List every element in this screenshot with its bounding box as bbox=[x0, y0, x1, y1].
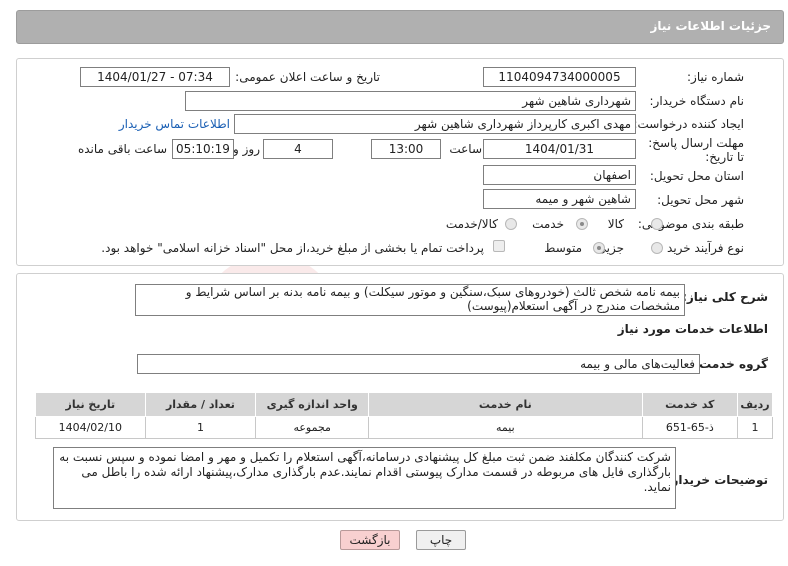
service-group-label: گروه خدمت: bbox=[694, 357, 768, 371]
process-minor-radio[interactable] bbox=[651, 242, 663, 254]
buyer-notes-textarea: شرکت کنندگان مکلفند ضمن ثبت مبلغ کل پیشن… bbox=[53, 447, 676, 509]
print-button[interactable]: چاپ bbox=[416, 530, 466, 550]
province-field: اصفهان bbox=[483, 165, 636, 185]
description-label: شرح کلی نیاز: bbox=[682, 290, 768, 304]
cell-row: 1 bbox=[737, 416, 773, 439]
days-label: روز و bbox=[233, 142, 260, 156]
process-medium-label: متوسط bbox=[544, 241, 582, 255]
category-goods-radio[interactable] bbox=[651, 218, 663, 230]
days-field: 4 bbox=[263, 139, 333, 159]
announce-label: تاریخ و ساعت اعلان عمومی: bbox=[235, 70, 380, 84]
col-qty: تعداد / مقدار bbox=[144, 392, 257, 417]
col-name: نام خدمت bbox=[368, 392, 643, 417]
header-bar: جزئیات اطلاعات نیاز bbox=[16, 10, 784, 44]
col-unit: واحد اندازه گیری bbox=[255, 392, 370, 417]
back-button[interactable]: بازگشت bbox=[340, 530, 400, 550]
services-section-title: اطلاعات خدمات مورد نیاز bbox=[617, 322, 768, 336]
category-service-label: خدمت bbox=[532, 217, 564, 231]
process-label: نوع فرآیند خرید : bbox=[659, 241, 744, 255]
col-code: کد خدمت bbox=[641, 392, 739, 417]
col-row: ردیف bbox=[737, 392, 773, 417]
deadline-date-field: 1404/01/31 bbox=[483, 139, 636, 159]
need-number-label: شماره نیاز: bbox=[687, 70, 744, 84]
description-textarea: بیمه نامه شخص ثالث (خودروهای سبک،سنگین و… bbox=[135, 284, 685, 316]
buyer-org-label: نام دستگاه خریدار: bbox=[649, 94, 745, 108]
cell-name: بیمه bbox=[368, 416, 643, 439]
table-row: 1 ذ-65-651 بیمه مجموعه 1 1404/02/10 bbox=[35, 416, 773, 439]
deadline-time-field: 13:00 bbox=[371, 139, 441, 159]
need-number-field: 1104094734000005 bbox=[483, 67, 636, 87]
cell-unit: مجموعه bbox=[255, 416, 370, 439]
category-goods-label: کالا bbox=[607, 217, 624, 231]
process-medium-radio[interactable] bbox=[593, 242, 605, 254]
buyer-notes-label: توضیحات خریدار: bbox=[666, 473, 768, 487]
buyer-contact-link[interactable]: اطلاعات تماس خریدار bbox=[119, 117, 230, 131]
cell-date: 1404/02/10 bbox=[35, 416, 146, 439]
remaining-label: ساعت باقی مانده bbox=[77, 142, 167, 156]
deadline-time-label: ساعت bbox=[449, 142, 482, 156]
creator-field: مهدی اکبری کارپرداز شهرداری شاهین شهر bbox=[234, 114, 636, 134]
category-goods-service-radio[interactable] bbox=[505, 218, 517, 230]
announce-field: 1404/01/27 - 07:34 bbox=[80, 67, 230, 87]
city-field: شاهین شهر و میمه bbox=[483, 189, 636, 209]
province-label: استان محل تحویل: bbox=[649, 169, 744, 183]
creator-label: ایجاد کننده درخواست: bbox=[633, 117, 744, 131]
col-date: تاریخ نیاز bbox=[35, 392, 146, 417]
payment-note: پرداخت تمام یا بخشی از مبلغ خرید،از محل … bbox=[101, 241, 484, 255]
buyer-org-field: شهرداری شاهین شهر bbox=[185, 91, 636, 111]
category-service-radio[interactable] bbox=[576, 218, 588, 230]
city-label: شهر محل تحویل: bbox=[657, 193, 744, 207]
services-table: ردیف کد خدمت نام خدمت واحد اندازه گیری ت… bbox=[35, 392, 773, 439]
remaining-time-field: 05:10:19 bbox=[172, 139, 234, 159]
service-group-field: فعالیت‌های مالی و بیمه bbox=[137, 354, 700, 374]
treasury-checkbox[interactable] bbox=[493, 240, 505, 252]
category-goods-service-label: کالا/خدمت bbox=[445, 217, 498, 231]
table-header-row: ردیف کد خدمت نام خدمت واحد اندازه گیری ت… bbox=[35, 392, 773, 417]
cell-qty: 1 bbox=[144, 416, 257, 439]
page-title: جزئیات اطلاعات نیاز bbox=[650, 19, 771, 33]
cell-code: ذ-65-651 bbox=[641, 416, 739, 439]
deadline-label: مهلت ارسال پاسخ: تا تاریخ: bbox=[648, 136, 744, 164]
